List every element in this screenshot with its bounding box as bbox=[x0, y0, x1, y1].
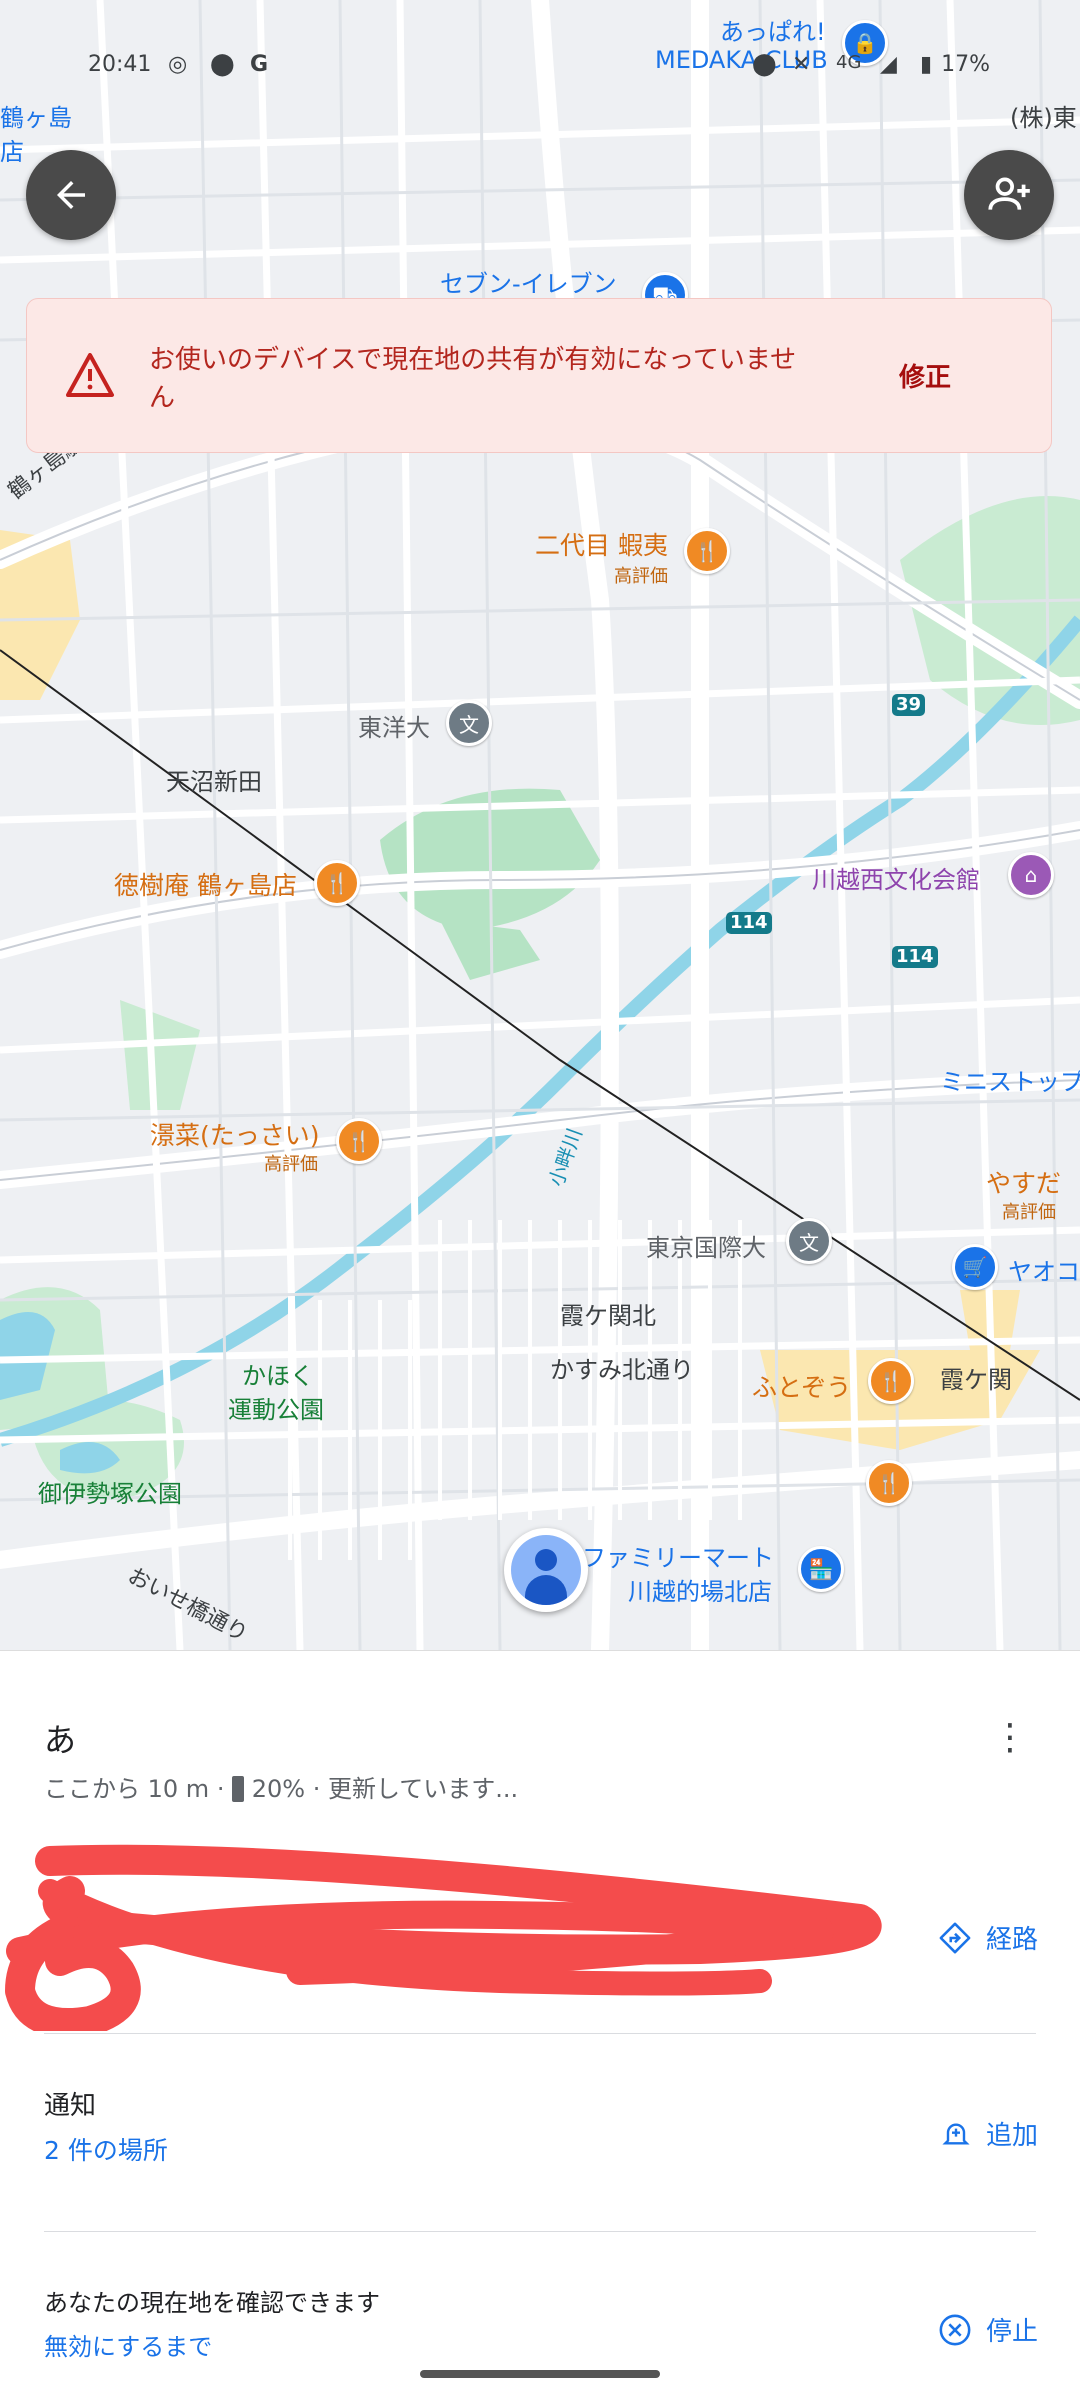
restaurant-pin-icon[interactable]: 🍴 bbox=[314, 860, 360, 906]
map-label: かほく bbox=[242, 1362, 314, 1390]
restaurant-pin-icon[interactable]: 🍴 bbox=[336, 1118, 382, 1164]
home-indicator[interactable] bbox=[420, 2370, 660, 2378]
person-location-marker[interactable] bbox=[504, 1528, 588, 1612]
sharing-title: あなたの現在地を確認できます bbox=[44, 2289, 380, 2317]
school-pin-icon[interactable]: 文 bbox=[786, 1218, 832, 1264]
map-label: 高評価 bbox=[614, 566, 668, 587]
status-time: 20:41 bbox=[88, 52, 152, 77]
separator-dot: · bbox=[216, 1775, 233, 1803]
route-shield: 114 bbox=[726, 912, 772, 934]
map-label: 徳樹庵 鶴ヶ島店 bbox=[114, 871, 297, 900]
map-label: 川越的場北店 bbox=[628, 1578, 772, 1606]
map-label: 御伊勢塚公園 bbox=[38, 1480, 182, 1508]
location-icon: ⬤ bbox=[752, 52, 777, 77]
map-label: 二代目 蝦夷 bbox=[535, 531, 668, 560]
cancel-circle-icon bbox=[939, 2314, 971, 2345]
person-name: あ bbox=[44, 1721, 77, 1759]
notifications-title: 通知 bbox=[44, 2091, 97, 2121]
arrow-left-icon bbox=[57, 181, 85, 209]
shop-pin-icon[interactable]: 🏪 bbox=[798, 1546, 844, 1592]
more-vert-icon[interactable]: ⋮ bbox=[992, 1720, 1028, 1756]
map-label: 川越西文化会館 bbox=[812, 866, 980, 894]
add-person-button[interactable] bbox=[964, 150, 1054, 240]
person-battery: 20% bbox=[251, 1775, 306, 1803]
redaction-scribble bbox=[5, 1844, 882, 2031]
map-label: セブン-イレブン bbox=[440, 270, 617, 298]
location-icon: ⬤ bbox=[210, 52, 235, 77]
map-label: 高評価 bbox=[1002, 1202, 1056, 1223]
person-add-icon bbox=[988, 177, 1030, 210]
restaurant-pin-icon[interactable]: 🍴 bbox=[684, 528, 730, 574]
map-label: やすだ bbox=[986, 1169, 1062, 1198]
add-label: 追加 bbox=[985, 2121, 1038, 2151]
stop-label: 停止 bbox=[985, 2317, 1038, 2347]
map-label: あっぱれ! bbox=[720, 18, 826, 46]
separator-dot: · bbox=[312, 1775, 328, 1803]
map-label: かすみ北通り bbox=[550, 1356, 694, 1384]
person-bottom-sheet: あ ここから 10 m · 20% · 更新しています... ⋮ 経路 通知 2… bbox=[0, 1650, 1080, 2401]
map-label: 天沼新田 bbox=[166, 768, 262, 796]
restaurant-pin-icon[interactable]: 🍴 bbox=[866, 1460, 912, 1506]
divider bbox=[44, 2033, 1036, 2034]
map-label: 霞ケ関 bbox=[940, 1366, 1012, 1394]
restaurant-pin-icon[interactable]: 🍴 bbox=[868, 1358, 914, 1404]
person-status-line: ここから 10 m · 20% · 更新しています... bbox=[44, 1769, 518, 1804]
divider bbox=[44, 2231, 1036, 2232]
distance-text: ここから 10 m bbox=[44, 1775, 210, 1803]
avatar bbox=[511, 1535, 581, 1605]
stop-sharing-button[interactable]: 停止 bbox=[938, 2311, 1038, 2348]
map-label: 東洋大 bbox=[358, 714, 430, 742]
battery-icon bbox=[232, 1776, 245, 1802]
map-label: (株)東 bbox=[1010, 104, 1077, 132]
school-pin-icon[interactable]: 文 bbox=[446, 700, 492, 746]
alert-message: お使いのデバイスで現在地の共有が有効になっていません bbox=[149, 345, 797, 413]
directions-label: 経路 bbox=[985, 1925, 1038, 1955]
map-label: 店 bbox=[0, 138, 24, 166]
location-sharing-alert: お使いのデバイスで現在地の共有が有効になっていません 修正 bbox=[26, 298, 1052, 453]
map-label: ミニストップ bbox=[940, 1068, 1080, 1096]
map-label: 鶴ヶ島 bbox=[0, 104, 72, 132]
status-bar: 20:41 ◎ ⬤ G ⬤ ✕ 4G ◢ ▮ 17% bbox=[0, 48, 1080, 88]
map-label: ふとぞう bbox=[752, 1373, 852, 1402]
battery-icon: ▮ bbox=[920, 52, 933, 77]
shop-pin-icon[interactable]: 🛒 bbox=[952, 1244, 998, 1290]
map-label: ヤオコ bbox=[1008, 1258, 1080, 1286]
hall-pin-icon[interactable]: ⌂ bbox=[1008, 852, 1054, 898]
map-label: ファミリーマート bbox=[582, 1544, 774, 1572]
route-shield: 39 bbox=[892, 694, 926, 716]
fix-button[interactable]: 修正 bbox=[899, 357, 951, 394]
add-notification-button[interactable]: 追加 bbox=[940, 2115, 1038, 2152]
map-label: 霞ケ関北 bbox=[560, 1302, 656, 1330]
map-label: 高評価 bbox=[264, 1154, 318, 1175]
signal-icon: ◢ bbox=[880, 52, 897, 77]
sharing-duration-link[interactable]: 無効にするまで bbox=[44, 2327, 212, 2362]
network-type: 4G bbox=[836, 52, 862, 73]
directions-icon bbox=[939, 1922, 971, 1953]
mute-icon: ✕ bbox=[792, 52, 811, 77]
google-icon: G bbox=[250, 52, 269, 77]
map-label: 東京国際大 bbox=[646, 1234, 766, 1262]
notification-places-link[interactable]: 2 件の場所 bbox=[44, 2131, 168, 2167]
battery-percent: 17% bbox=[941, 52, 990, 77]
update-status: 更新しています... bbox=[327, 1775, 519, 1803]
directions-button[interactable]: 経路 bbox=[938, 1919, 1038, 1956]
map-view[interactable]: 鶴ヶ島 店 (株)東 あっぱれ! MEDAKA CLUB 🔒 セブン-イレブン … bbox=[0, 0, 1080, 1650]
map-label: 運動公園 bbox=[228, 1396, 324, 1424]
route-shield: 114 bbox=[892, 946, 938, 968]
back-button[interactable] bbox=[26, 150, 116, 240]
instagram-icon: ◎ bbox=[168, 52, 188, 77]
warning-icon bbox=[66, 353, 114, 397]
map-roads bbox=[0, 0, 1080, 1650]
bell-add-icon bbox=[942, 2123, 970, 2145]
map-label: 澋菜(たっさい) bbox=[150, 1121, 320, 1150]
